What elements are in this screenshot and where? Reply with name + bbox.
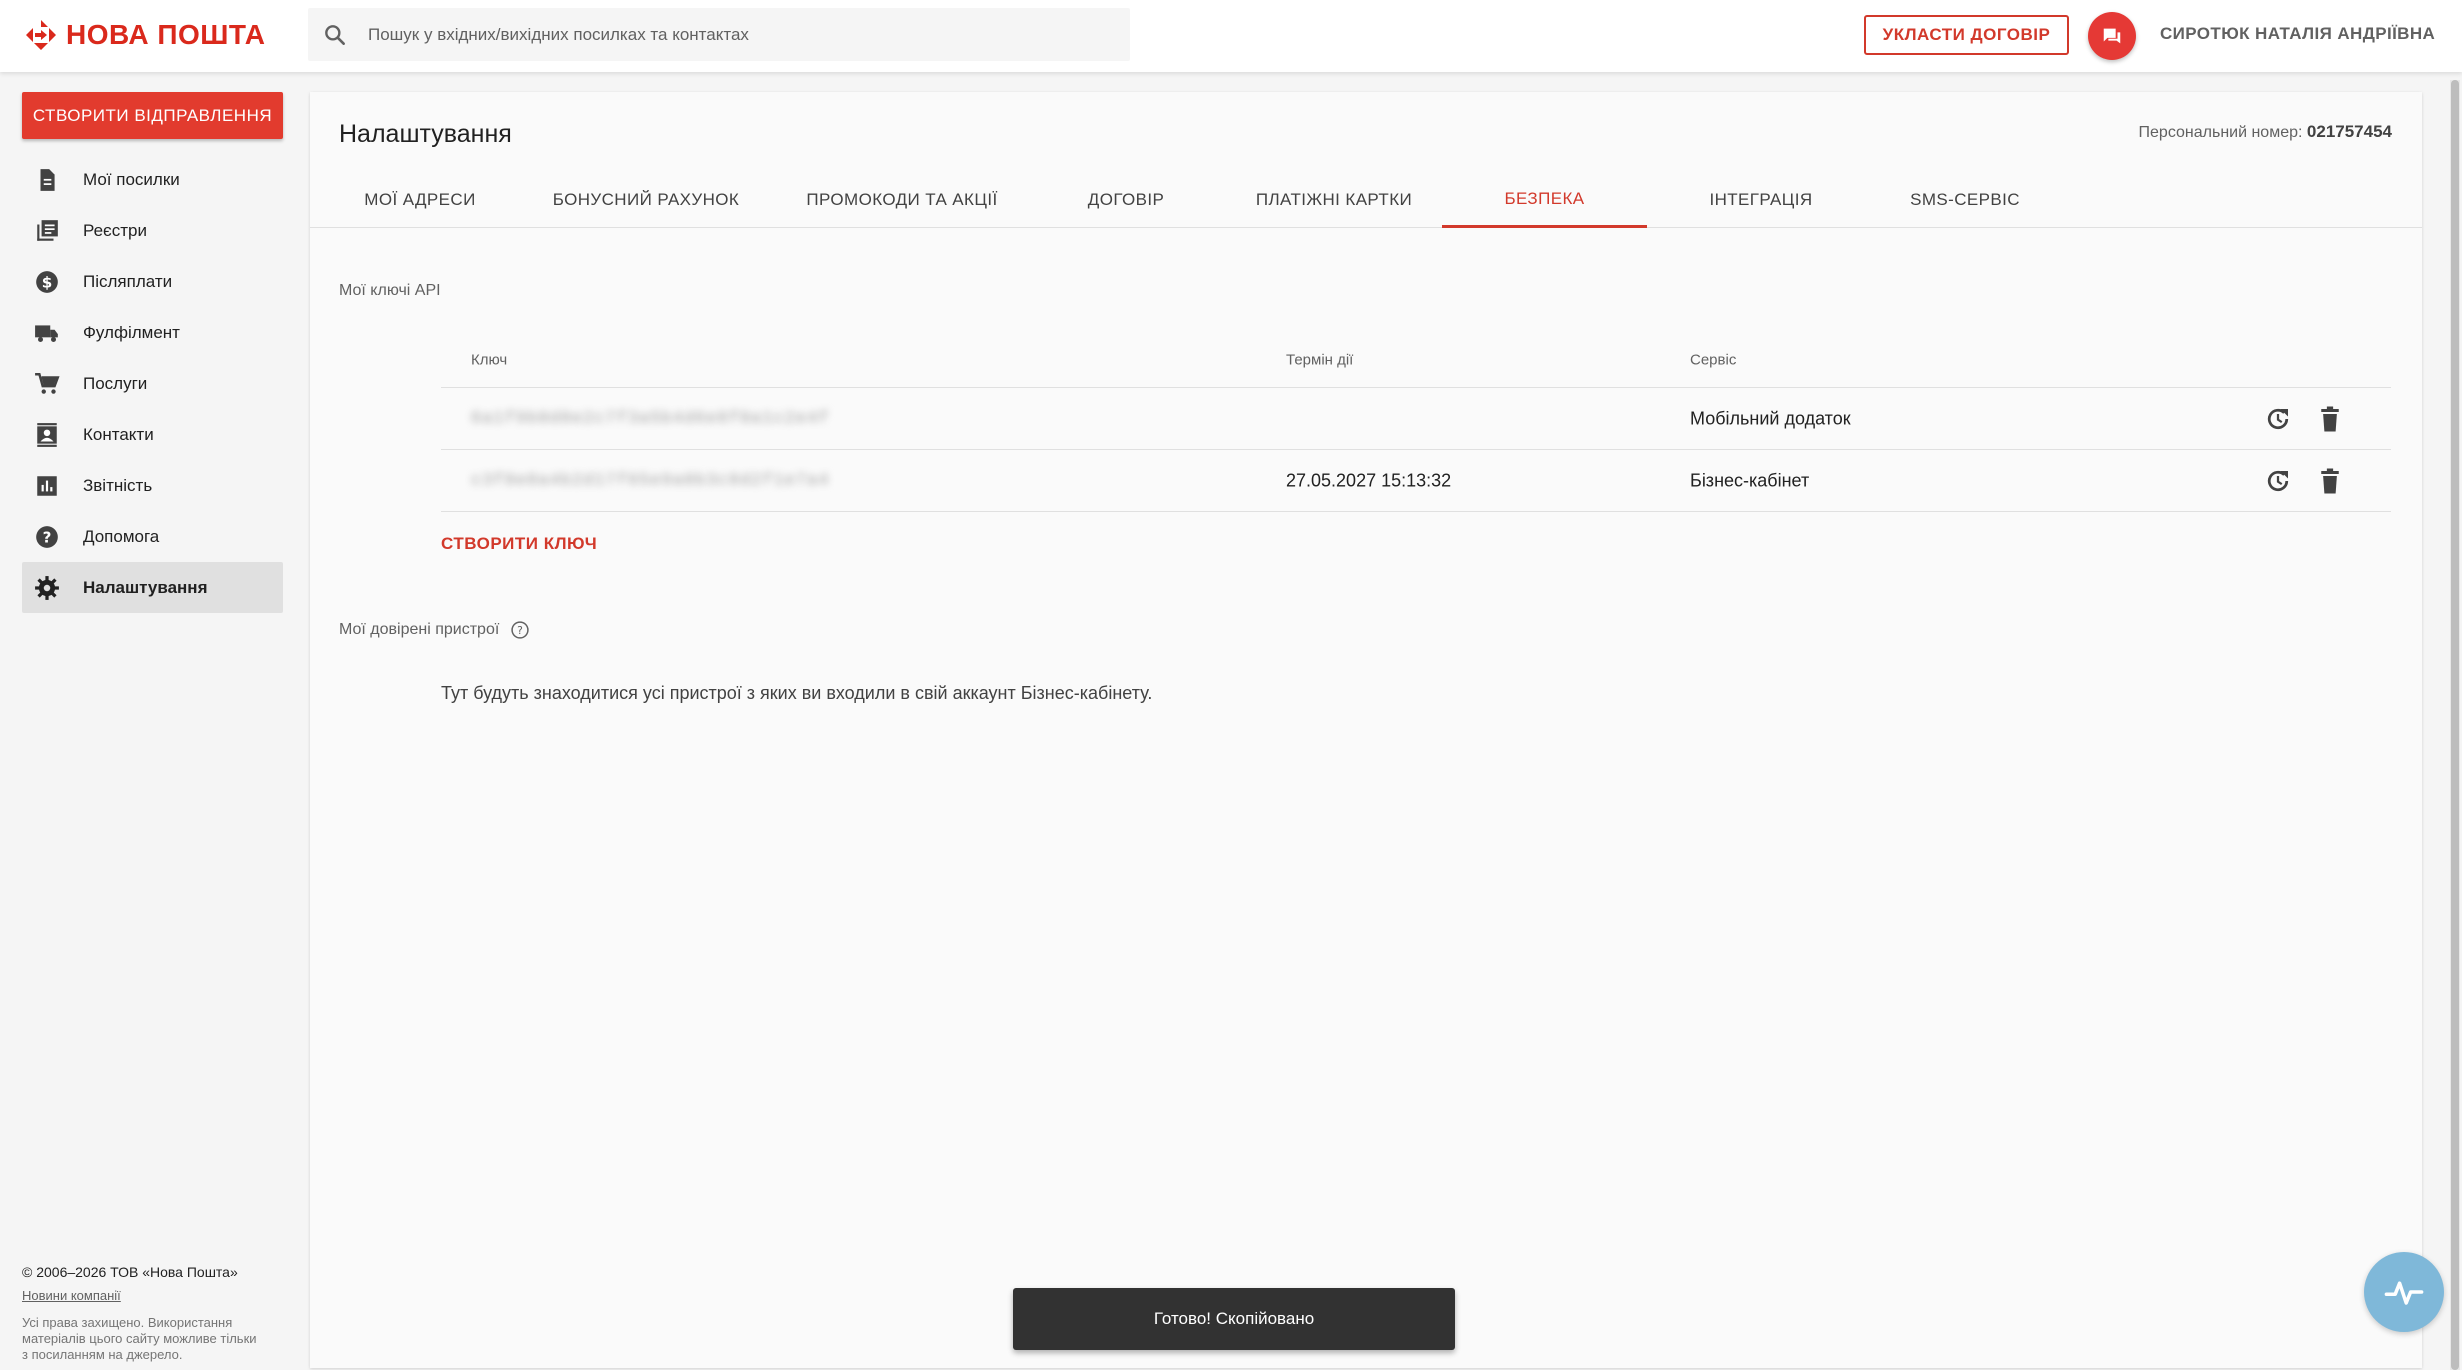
copyright: © 2006–2026 ТОВ «Нова Пошта» bbox=[22, 1264, 238, 1280]
sidebar-item-label: Мої посилки bbox=[83, 169, 180, 189]
search-icon bbox=[325, 24, 345, 45]
cart-icon bbox=[35, 372, 60, 394]
table-header: Ключ Термін дії Сервіс bbox=[441, 332, 2391, 388]
sidebar-item-label: Послуги bbox=[83, 373, 148, 393]
help-circle-icon[interactable]: ? bbox=[510, 620, 530, 640]
api-key-service: Мобільний додаток bbox=[1690, 408, 1851, 428]
delete-icon[interactable] bbox=[2315, 404, 2345, 434]
rights-notice: Усі права захищено. Використання матеріа… bbox=[22, 1315, 257, 1362]
personal-number: Персональний номер: 021757454 bbox=[2139, 122, 2392, 142]
tab-bonus-account[interactable]: БОНУСНИЙ РАХУНОК bbox=[535, 172, 757, 228]
sidebar-item-my-parcels[interactable]: Мої посилки bbox=[22, 154, 283, 205]
create-key-button[interactable]: СТВОРИТИ КЛЮЧ bbox=[441, 534, 597, 554]
search-bar[interactable] bbox=[308, 8, 1130, 61]
api-key-value[interactable]: 6a1f9b0d8e2c7f3a5b4d6e8f0a1c2e4f bbox=[471, 409, 829, 428]
table-row: c3f8e0a4b2d17f65e9a0b3c8d2f1e7a4 27.05.2… bbox=[441, 450, 2391, 512]
sidebar-item-label: Контакти bbox=[83, 424, 154, 444]
dollar-icon: $ bbox=[36, 270, 58, 293]
personal-number-label: Персональний номер: bbox=[2138, 124, 2303, 141]
tab-contract[interactable]: ДОГОВІР bbox=[1052, 172, 1200, 228]
sidebar-item-cod[interactable]: $ Післяплати bbox=[22, 256, 283, 307]
settings-tabs: МОЇ АДРЕСИ БОНУСНИЙ РАХУНОК ПРОМОКОДИ ТА… bbox=[310, 172, 2422, 228]
column-service: Сервіс bbox=[1690, 351, 1737, 368]
trusted-devices-label: Мої довірені пристрої bbox=[339, 621, 500, 639]
svg-text:?: ? bbox=[517, 624, 523, 637]
api-key-service: Бізнес-кабінет bbox=[1690, 470, 1810, 490]
snackbar: Готово! Скопійовано bbox=[1013, 1288, 1455, 1350]
sidebar-item-label: Налаштування bbox=[83, 577, 208, 597]
tab-payment-cards[interactable]: ПЛАТІЖНІ КАРТКИ bbox=[1228, 172, 1440, 228]
api-key-expiry: 27.05.2027 15:13:32 bbox=[1286, 470, 1452, 490]
logo[interactable]: НОВА ПОШТА bbox=[24, 18, 265, 52]
sidebar-item-label: Допомога bbox=[83, 526, 160, 546]
tab-sms-service[interactable]: SMS-СЕРВІС bbox=[1872, 172, 2058, 228]
create-shipment-button[interactable]: СТВОРИТИ ВІДПРАВЛЕННЯ bbox=[22, 92, 283, 139]
sidebar-item-label: Фулфілмент bbox=[83, 322, 180, 342]
nova-poshta-logo-icon bbox=[26, 20, 56, 50]
svg-text:$: $ bbox=[42, 273, 53, 291]
sidebar: СТВОРИТИ ВІДПРАВЛЕННЯ Мої посилки Реєстр… bbox=[0, 72, 300, 1370]
contacts-icon bbox=[37, 422, 57, 447]
gear-icon bbox=[35, 575, 59, 600]
refresh-icon[interactable] bbox=[2263, 404, 2293, 434]
table-row: 6a1f9b0d8e2c7f3a5b4d6e8f0a1c2e4f Мобільн… bbox=[441, 388, 2391, 450]
sidebar-item-services[interactable]: Послуги bbox=[22, 358, 283, 409]
refresh-icon[interactable] bbox=[2263, 466, 2293, 496]
sidebar-item-label: Післяплати bbox=[83, 271, 173, 291]
chat-icon bbox=[2103, 28, 2121, 44]
settings-card: Налаштування Персональний номер: 0217574… bbox=[310, 92, 2422, 1368]
column-key: Ключ bbox=[471, 351, 508, 368]
chart-icon bbox=[37, 475, 57, 496]
svg-text:?: ? bbox=[43, 528, 52, 546]
activity-widget-button[interactable] bbox=[2364, 1252, 2444, 1332]
column-expiry: Термін дії bbox=[1286, 351, 1354, 368]
search-input[interactable] bbox=[368, 24, 1108, 45]
delete-icon[interactable] bbox=[2315, 466, 2345, 496]
trusted-devices-title: Мої довірені пристрої ? bbox=[339, 620, 530, 640]
sidebar-item-contacts[interactable]: Контакти bbox=[22, 409, 283, 460]
logo-text: НОВА ПОШТА bbox=[66, 19, 266, 50]
api-keys-title: Мої ключі API bbox=[339, 282, 441, 299]
api-key-value[interactable]: c3f8e0a4b2d17f65e9a0b3c8d2f1e7a4 bbox=[471, 471, 829, 490]
page-title: Налаштування bbox=[339, 120, 512, 148]
tab-promocodes[interactable]: ПРОМОКОДИ ТА АКЦІЇ bbox=[782, 172, 1022, 228]
sidebar-item-label: Звітність bbox=[83, 475, 153, 495]
tab-security[interactable]: БЕЗПЕКА bbox=[1442, 172, 1647, 228]
personal-number-value: 021757454 bbox=[2306, 122, 2392, 141]
tab-my-addresses[interactable]: МОЇ АДРЕСИ bbox=[340, 172, 500, 228]
sidebar-item-label: Реєстри bbox=[83, 220, 147, 240]
help-icon: ? bbox=[36, 525, 58, 548]
api-keys-table: Ключ Термін дії Сервіс 6a1f9b0d8e2c7f3a5… bbox=[441, 332, 2391, 512]
pulse-icon bbox=[2384, 1281, 2424, 1305]
truck-icon bbox=[35, 324, 58, 342]
top-header: НОВА ПОШТА УКЛАСТИ ДОГОВІР СИРОТЮК НАТАЛ… bbox=[0, 0, 2462, 72]
sidebar-nav: Мої посилки Реєстри $ Післяплати Фулфілм… bbox=[22, 154, 283, 613]
tab-integration[interactable]: ІНТЕГРАЦІЯ bbox=[1668, 172, 1854, 228]
document-icon bbox=[40, 168, 55, 191]
scrollbar-thumb[interactable] bbox=[2451, 80, 2459, 1370]
sidebar-item-fulfillment[interactable]: Фулфілмент bbox=[22, 307, 283, 358]
user-name[interactable]: СИРОТЮК НАТАЛІЯ АНДРІЇВНА bbox=[2160, 24, 2435, 44]
sidebar-item-settings[interactable]: Налаштування bbox=[22, 562, 283, 613]
sidebar-item-reports[interactable]: Звітність bbox=[22, 460, 283, 511]
sidebar-item-help[interactable]: ? Допомога bbox=[22, 511, 283, 562]
sidebar-footer: © 2006–2026 ТОВ «Нова Пошта» Новини комп… bbox=[22, 1264, 262, 1363]
page-scrollbar[interactable] bbox=[2450, 80, 2460, 1370]
sidebar-item-registries[interactable]: Реєстри bbox=[22, 205, 283, 256]
trusted-devices-text: Тут будуть знаходитися усі пристрої з як… bbox=[441, 683, 1153, 703]
chat-button[interactable] bbox=[2088, 12, 2136, 60]
company-news-link[interactable]: Новини компанії bbox=[22, 1288, 262, 1303]
registry-icon bbox=[37, 219, 58, 241]
sign-contract-button[interactable]: УКЛАСТИ ДОГОВІР bbox=[1864, 15, 2069, 55]
